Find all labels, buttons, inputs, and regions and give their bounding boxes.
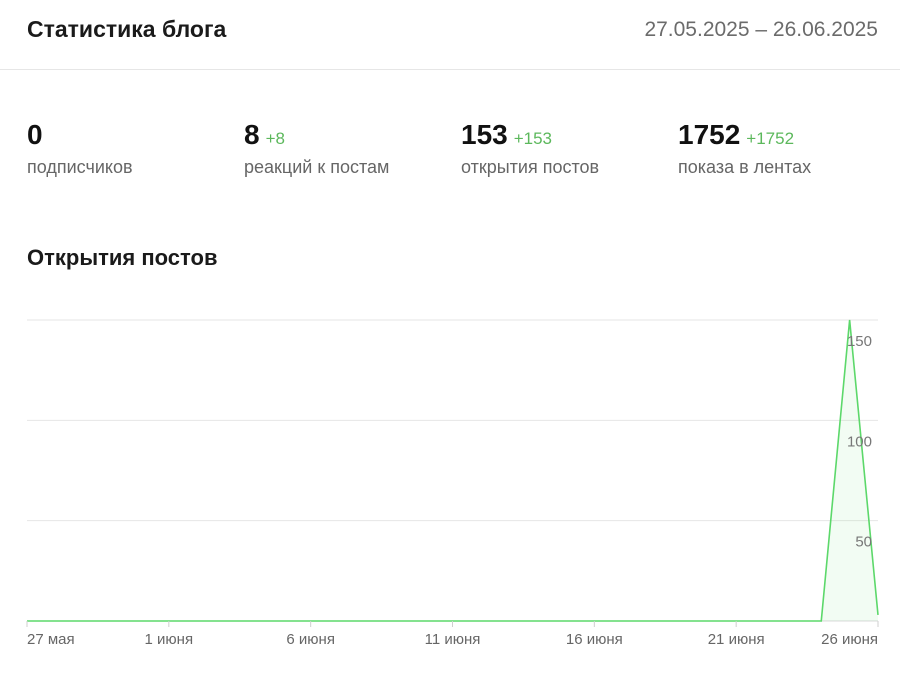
x-tick-label: 21 июня [708, 631, 765, 648]
y-tick-label: 100 [847, 433, 872, 450]
chart-title: Открытия постов [27, 245, 218, 270]
y-tick-label: 150 [847, 333, 872, 350]
stat-reactions: 8 +8 реакций к постам [244, 119, 389, 178]
stat-label: показа в лентах [678, 157, 812, 177]
series-line [27, 319, 879, 622]
post-opens-chart: 50 100 150 27 мая 1 июня 6 июня 11 июня 16 июня… [26, 319, 879, 648]
page-header: Статистика блога 27.05.2025 – 26.06.2025 [0, 0, 900, 70]
stat-value: 1752 [678, 119, 741, 150]
stat-subscribers: 0 подписчиков [27, 119, 133, 178]
stat-delta: +153 [513, 129, 553, 148]
stat-label: реакций к постам [244, 157, 390, 177]
x-tick-label: 11 июня [425, 631, 481, 648]
y-tick-label: 50 [855, 534, 872, 551]
series-area [27, 320, 878, 621]
stat-delta: +8 [265, 129, 285, 148]
x-tick-label: 16 июня [566, 631, 623, 648]
stat-label: открытия постов [461, 157, 600, 177]
x-tick-label: 1 июня [145, 631, 194, 648]
stat-value: 153 [461, 119, 508, 150]
stat-label: подписчиков [27, 157, 133, 177]
stat-post-opens: 153 +153 открытия постов [461, 119, 599, 178]
x-tick-label: 6 июня [286, 631, 335, 648]
x-tick-label: 27 мая [27, 631, 75, 648]
stat-feed-impressions: 1752 +1752 показа в лентах [678, 119, 811, 178]
stat-value: 0 [27, 119, 43, 150]
x-tick-label: 26 июня [821, 631, 878, 648]
date-range-picker[interactable]: 27.05.2025 – 26.06.2025 [644, 18, 878, 42]
stat-delta: +1752 [746, 129, 795, 148]
page-title: Статистика блога [27, 16, 227, 42]
stat-value: 8 [244, 119, 260, 150]
